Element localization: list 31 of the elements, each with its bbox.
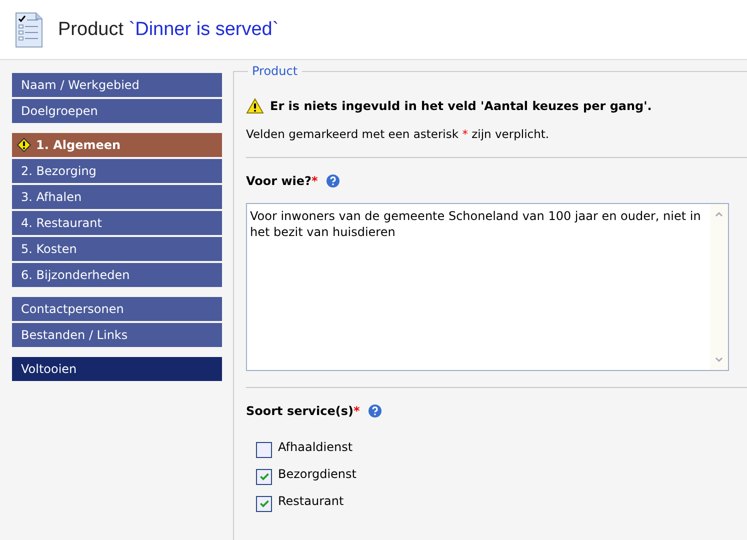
checkbox[interactable] — [256, 468, 272, 484]
checkbox-label: Restaurant — [278, 494, 344, 508]
checklist-icon — [14, 12, 44, 48]
nav-item[interactable]: Voltooien — [12, 357, 222, 381]
check-icon — [258, 471, 270, 482]
panel-legend: Product — [248, 64, 302, 78]
nav-item[interactable]: Doelgroepen — [12, 99, 222, 123]
text-area[interactable]: Voor inwoners van de gemeente Schoneland van 100 jaar en ouder, niet in het bezit van huisdieren — [246, 203, 729, 371]
nav-item[interactable]: 1. Algemeen — [12, 133, 222, 157]
checkbox-label: Bezorgdienst — [278, 466, 356, 480]
help-icon[interactable] — [326, 174, 340, 188]
nav-item[interactable]: 4. Restaurant — [12, 211, 222, 235]
nav-item[interactable]: 5. Kosten — [12, 237, 222, 261]
checkbox-label: Afhaaldienst — [278, 440, 353, 454]
field-label: Soort service(s)* — [246, 404, 360, 418]
field-label: Voor wie?* — [246, 174, 318, 188]
checkbox[interactable] — [256, 442, 272, 458]
warning-icon — [17, 138, 31, 152]
page-title: Product `Dinner is served` — [58, 18, 279, 40]
nav-item[interactable]: Naam / Werkgebied — [12, 73, 222, 97]
nav-item[interactable]: 2. Bezorging — [12, 159, 222, 183]
nav-item[interactable]: 3. Afhalen — [12, 185, 222, 209]
nav-item[interactable]: 6. Bijzonderheden — [12, 263, 222, 287]
help-icon[interactable] — [368, 404, 382, 418]
error-message: Er is niets ingevuld in het veld 'Aantal keuzes per gang'. — [270, 99, 652, 113]
warning-icon — [246, 98, 264, 114]
check-icon — [258, 498, 270, 509]
checkbox[interactable] — [256, 496, 272, 512]
nav-item[interactable]: Bestanden / Links — [12, 323, 222, 347]
nav-item[interactable]: Contactpersonen — [12, 297, 222, 321]
required-note: Velden gemarkeerd met een asterisk * zijn verplicht. — [246, 127, 747, 158]
